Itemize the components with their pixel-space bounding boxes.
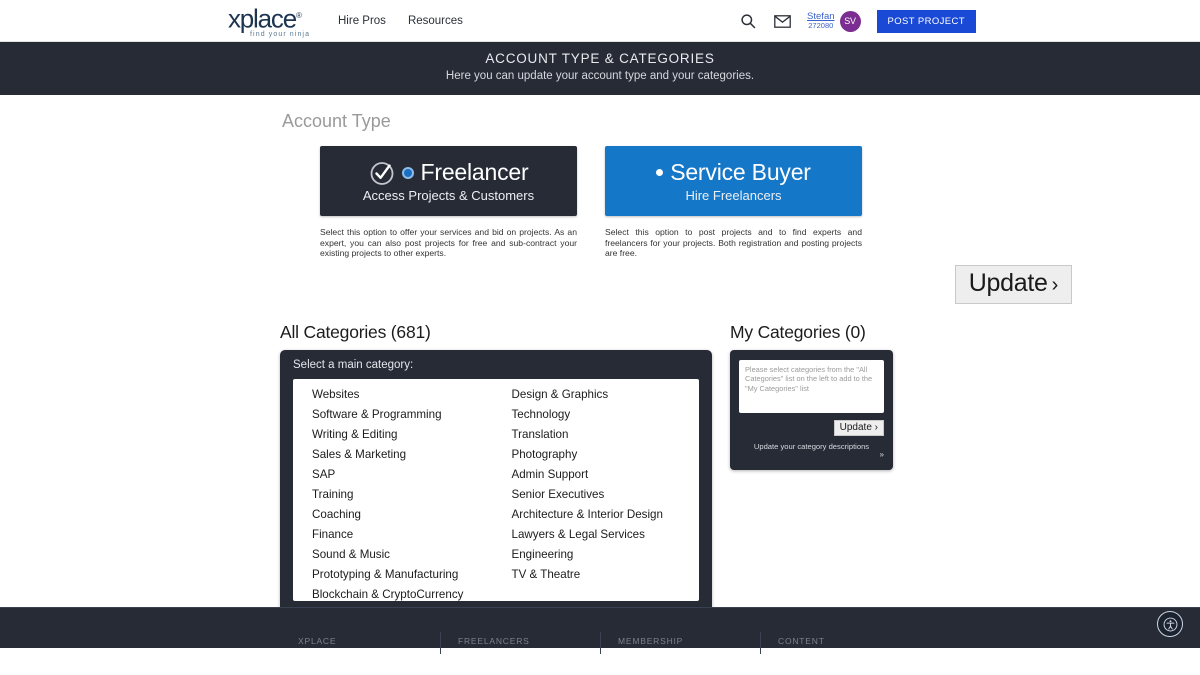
account-type-heading: Account Type	[282, 111, 391, 131]
update-label: Update	[968, 268, 1048, 297]
account-type-update-row: Update ›	[280, 264, 1072, 304]
category-item[interactable]: Websites	[312, 385, 500, 405]
category-item[interactable]: Lawyers & Legal Services	[512, 525, 700, 545]
category-item[interactable]: Admin Support	[512, 465, 700, 485]
page-subtitle: Here you can update your account type an…	[445, 70, 755, 82]
accessibility-button[interactable]	[1157, 611, 1183, 637]
footer-column: FREELANCERS	[440, 632, 600, 654]
update-category-descriptions-link[interactable]: Update your category descriptions	[739, 442, 884, 451]
account-type-card-freelancer[interactable]: Freelancer Access Projects & Customers	[320, 146, 577, 216]
user-menu[interactable]: Stefan 272080 SV	[807, 10, 861, 32]
user-identity: Stefan 272080	[807, 12, 834, 30]
footer-columns: XPLACE FREELANCERS MEMBERSHIP CONTENT	[280, 608, 920, 654]
category-item[interactable]: Coaching	[312, 505, 500, 525]
category-column-left: Websites Software & Programming Writing & …	[293, 385, 500, 601]
category-item[interactable]: Senior Executives	[512, 485, 700, 505]
category-item[interactable]: Design & Graphics	[512, 385, 700, 405]
category-list[interactable]: Websites Software & Programming Writing & …	[293, 379, 699, 601]
my-categories-update-button[interactable]: Update ›	[833, 420, 884, 436]
logo-wordmark: xplace®	[228, 3, 302, 34]
footer-column-heading: XPLACE	[298, 636, 337, 646]
nav-hire-pros[interactable]: Hire Pros	[338, 15, 386, 27]
select-main-category-label: Select a main category:	[293, 359, 414, 371]
category-item[interactable]: Writing & Editing	[312, 425, 500, 445]
footer-column: XPLACE	[280, 636, 440, 646]
avatar[interactable]: SV	[839, 10, 861, 32]
footer-column-heading: CONTENT	[778, 636, 825, 646]
category-item[interactable]: Training	[312, 485, 500, 505]
all-categories-section: All Categories (681) Select a main categ…	[280, 322, 712, 614]
footer-column-heading: FREELANCERS	[458, 636, 530, 646]
category-item[interactable]: Sales & Marketing	[312, 445, 500, 465]
radio-unselected-icon[interactable]	[656, 169, 664, 176]
user-id: 272080	[808, 21, 834, 31]
header-actions: Stefan 272080 SV POST PROJECT	[739, 0, 976, 42]
double-chevron-icon[interactable]: »	[739, 451, 884, 459]
logo-tagline: find your ninja	[250, 30, 311, 38]
radio-selected-icon[interactable]	[401, 166, 414, 179]
service-buyer-description: Select this option to post projects and …	[605, 227, 862, 258]
category-item[interactable]: Engineering	[512, 545, 700, 565]
nav-resources[interactable]: Resources	[408, 15, 463, 27]
site-footer: XPLACE FREELANCERS MEMBERSHIP CONTENT	[0, 607, 1200, 654]
page-banner: ACCOUNT TYPE & CATEGORIES Here you can u…	[0, 42, 1200, 95]
account-type-update-button[interactable]: Update ›	[954, 264, 1072, 304]
freelancer-subtitle: Access Projects & Customers	[362, 188, 535, 203]
mail-icon[interactable]	[773, 12, 791, 30]
freelancer-title-row: Freelancer	[369, 159, 529, 186]
service-buyer-subtitle: Hire Freelancers	[685, 188, 782, 203]
chevron-right-icon: ›	[1051, 273, 1059, 296]
freelancer-description: Select this option to offer your service…	[320, 227, 577, 258]
category-item[interactable]: Technology	[512, 405, 700, 425]
logo-registered-mark: ®	[295, 11, 302, 21]
category-item[interactable]: TV & Theatre	[512, 565, 700, 585]
footer-column-heading: MEMBERSHIP	[618, 636, 684, 646]
check-circle-icon	[369, 160, 395, 186]
my-categories-update-row: Update ›	[739, 420, 884, 436]
category-item[interactable]: Photography	[512, 445, 700, 465]
primary-nav: Hire Pros Resources	[338, 0, 463, 42]
all-categories-panel: Select a main category: Websites Software…	[280, 350, 712, 614]
category-item[interactable]: Finance	[312, 525, 500, 545]
account-type-descriptions: Select this option to offer your service…	[280, 227, 920, 259]
freelancer-title: Freelancer	[420, 159, 529, 185]
my-categories-section: My Categories (0) Please select categori…	[730, 322, 893, 470]
buyer-title-row: Service Buyer	[656, 159, 811, 186]
category-item[interactable]: Blockchain & CryptoCurrency	[312, 585, 500, 601]
footer-column: CONTENT	[760, 632, 920, 654]
category-item[interactable]: Sound & Music	[312, 545, 500, 565]
search-icon[interactable]	[739, 12, 757, 30]
site-logo[interactable]: xplace® find your ninja	[228, 4, 320, 38]
all-categories-heading: All Categories (681)	[280, 322, 431, 342]
category-item[interactable]: SAP	[312, 465, 500, 485]
post-project-button[interactable]: POST PROJECT	[876, 9, 976, 33]
main-content: Account Type Freelancer Access Projects …	[0, 95, 1200, 654]
my-categories-listbox[interactable]: Please select categories from the "All C…	[739, 360, 884, 413]
site-header: xplace® find your ninja Hire Pros Resour…	[0, 0, 1200, 42]
my-categories-heading: My Categories (0)	[730, 322, 866, 342]
page-title: ACCOUNT TYPE & CATEGORIES	[485, 51, 715, 66]
service-buyer-title: Service Buyer	[670, 159, 811, 185]
category-item[interactable]: Prototyping & Manufacturing	[312, 565, 500, 585]
account-type-card-service-buyer[interactable]: Service Buyer Hire Freelancers	[605, 146, 862, 216]
account-type-cards: Freelancer Access Projects & Customers S…	[280, 146, 920, 216]
category-item[interactable]: Translation	[512, 425, 700, 445]
category-item[interactable]: Architecture & Interior Design	[512, 505, 700, 525]
category-column-right: Design & Graphics Technology Translation Ph…	[500, 385, 700, 601]
my-categories-panel: Please select categories from the "All C…	[730, 350, 893, 470]
category-item[interactable]: Software & Programming	[312, 405, 500, 425]
footer-column: MEMBERSHIP	[600, 632, 760, 654]
